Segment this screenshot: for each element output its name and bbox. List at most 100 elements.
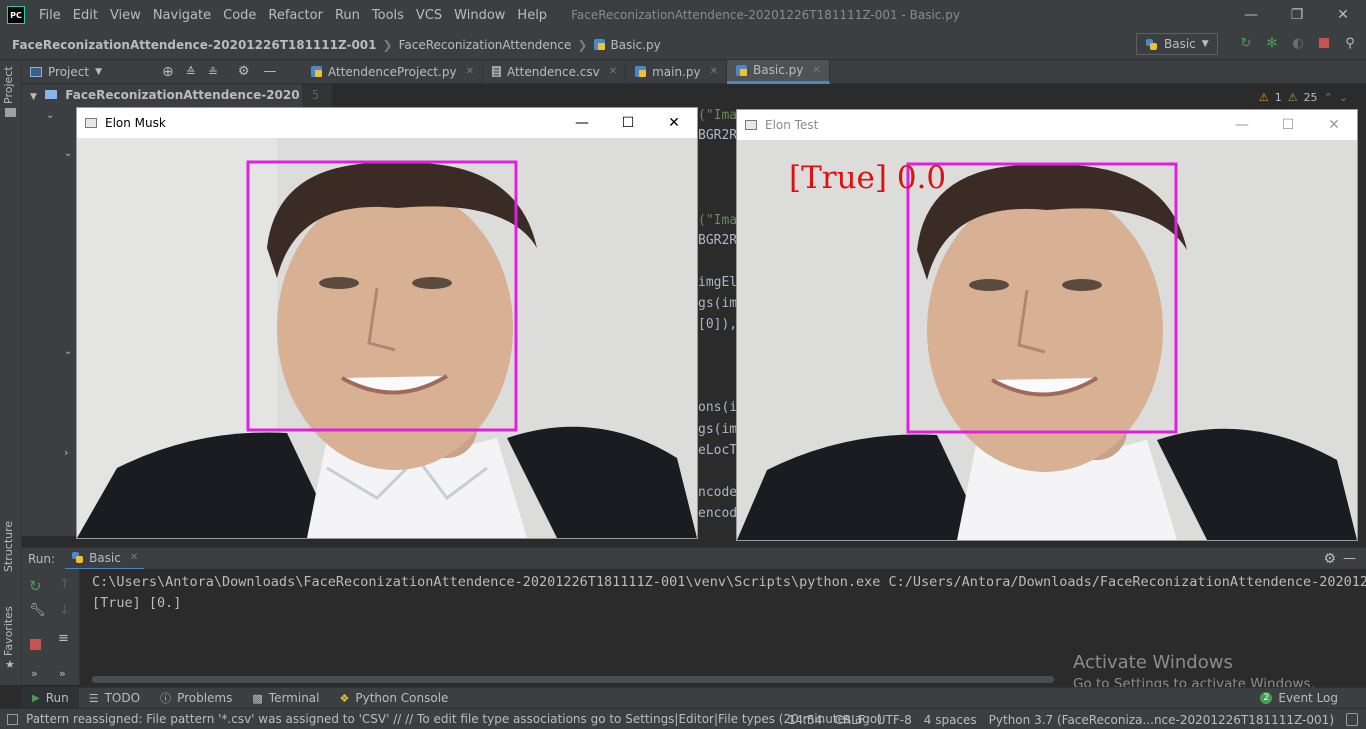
horizontal-scrollbar[interactable] <box>92 676 1054 683</box>
gear-icon[interactable]: ⚙ <box>238 64 250 79</box>
breadcrumb-project[interactable]: FaceReconizationAttendence-20201226T1811… <box>0 38 377 52</box>
menu-vcs[interactable]: VCS <box>410 8 448 23</box>
locate-icon[interactable]: ⊕ <box>162 64 174 80</box>
minimize-icon[interactable]: — <box>1219 110 1265 140</box>
wrench-icon[interactable]: 🔧︎ <box>29 603 46 618</box>
cv-window-titlebar[interactable]: Elon Musk — ☐ ✕ <box>77 108 697 138</box>
tab-basic-py[interactable]: Basic.py ✕ <box>727 59 830 84</box>
rerun-icon[interactable]: ↻ <box>29 577 42 595</box>
stop-icon[interactable] <box>1316 35 1332 51</box>
favorites-tool-tab[interactable]: Favorites <box>2 606 15 656</box>
menu-run[interactable]: Run <box>329 8 366 23</box>
window-icon <box>745 120 757 130</box>
tab-attendence-project[interactable]: AttendenceProject.py ✕ <box>302 59 483 84</box>
chevron-down-icon[interactable]: ▼ <box>30 92 37 102</box>
close-icon[interactable]: ✕ <box>609 66 617 77</box>
tool-tab-python-console[interactable]: ❖ Python Console <box>330 688 459 709</box>
portrait-photo <box>737 140 1357 540</box>
tool-tab-run[interactable]: ▶ Run <box>22 687 79 709</box>
tool-tab-todo[interactable]: ☰ TODO <box>79 688 150 709</box>
more-icon[interactable]: » <box>59 667 66 680</box>
file-encoding[interactable]: UTF-8 <box>877 713 912 727</box>
chevron-down-icon[interactable]: ⌄ <box>64 346 72 357</box>
rerun-icon[interactable]: ↻ <box>1238 35 1254 51</box>
chevron-right-icon[interactable]: › <box>64 446 68 459</box>
run-console[interactable]: C:\Users\Antora\Downloads\FaceReconizati… <box>80 569 1366 692</box>
cv-window-elon-musk[interactable]: Elon Musk — ☐ ✕ <box>76 107 698 539</box>
gear-icon[interactable]: ⚙ <box>1323 551 1336 567</box>
coverage-icon[interactable]: ◐ <box>1290 35 1306 51</box>
star-icon: ★ <box>5 658 15 671</box>
project-tool-tab[interactable]: Project <box>2 66 15 104</box>
caret-position[interactable]: 14:54 <box>788 713 823 727</box>
close-icon[interactable]: ✕ <box>812 65 820 76</box>
hide-icon[interactable]: — <box>1343 551 1356 566</box>
close-icon[interactable]: ✕ <box>1320 0 1366 30</box>
expand-all-icon[interactable]: ≙ <box>186 65 196 79</box>
event-log-label: Event Log <box>1278 691 1338 705</box>
run-tab-label: Basic <box>89 550 121 565</box>
chevron-down-icon[interactable]: ⌄ <box>46 110 54 121</box>
warning-count: 1 <box>1274 91 1282 104</box>
chevron-down-icon[interactable]: ⌄ <box>64 148 72 159</box>
status-message[interactable]: Pattern reassigned: File pattern '*.csv'… <box>26 712 882 726</box>
more-icon[interactable]: » <box>31 667 38 680</box>
debug-icon[interactable]: ✻ <box>1264 35 1280 51</box>
editor-tabs-bar: Project ▼ ⊕ ≙ ≗ ⚙ — AttendenceProject.py… <box>22 59 1366 84</box>
line-separator[interactable]: CRLF <box>834 713 864 727</box>
structure-tool-tab[interactable]: Structure <box>2 521 15 572</box>
menu-file[interactable]: File <box>33 8 67 23</box>
cv-window-elon-test[interactable]: Elon Test — ☐ ✕ [True] 0.0 <box>736 109 1358 541</box>
tab-main-py[interactable]: main.py ✕ <box>626 59 728 84</box>
menu-window[interactable]: Window <box>448 8 511 23</box>
search-icon[interactable]: ⚲ <box>1342 35 1358 51</box>
run-config-select[interactable]: Basic ▼ <box>1136 33 1218 55</box>
minimize-icon[interactable]: — <box>1228 0 1274 30</box>
minimize-icon[interactable]: — <box>559 108 605 138</box>
breadcrumb-file[interactable]: Basic.py <box>587 38 661 52</box>
arrow-down-icon[interactable]: ↓ <box>59 603 70 618</box>
close-icon[interactable]: ✕ <box>1311 110 1357 140</box>
weak-warning-count: 25 <box>1303 91 1318 104</box>
menu-help[interactable]: Help <box>511 8 553 23</box>
menu-refactor[interactable]: Refactor <box>262 8 329 23</box>
code-fragment: imgEl <box>698 275 738 290</box>
maximize-icon[interactable]: ☐ <box>605 108 651 138</box>
restore-icon[interactable]: ❐ <box>1274 0 1320 30</box>
dropdown-arrow-icon[interactable]: ▼ <box>95 67 102 77</box>
chevron-down-icon[interactable]: ⌄ <box>1339 91 1348 104</box>
project-view-label[interactable]: Project <box>48 65 89 79</box>
event-log-button[interactable]: 2 Event Log <box>1250 688 1348 709</box>
hide-icon[interactable]: — <box>264 64 277 79</box>
dropdown-arrow-icon: ▼ <box>1201 39 1209 49</box>
line-number: 5 <box>312 88 320 102</box>
toggle-tool-windows-icon[interactable] <box>7 713 18 725</box>
chevron-up-icon[interactable]: ⌃ <box>1324 91 1333 104</box>
close-icon[interactable]: ✕ <box>651 108 697 138</box>
tab-attendence-csv[interactable]: Attendence.csv ✕ <box>483 59 627 84</box>
indent-setting[interactable]: 4 spaces <box>924 713 977 727</box>
cv-window-titlebar[interactable]: Elon Test — ☐ ✕ <box>737 110 1357 140</box>
menu-code[interactable]: Code <box>217 8 262 23</box>
run-tab-basic[interactable]: Basic ✕ <box>65 548 145 570</box>
tool-tab-problems[interactable]: ⓘ Problems <box>150 688 242 709</box>
lock-icon[interactable] <box>1346 713 1358 726</box>
soft-wrap-icon[interactable]: ≡ <box>58 631 69 646</box>
menu-navigate[interactable]: Navigate <box>147 8 217 23</box>
close-icon[interactable]: ✕ <box>466 66 474 77</box>
menu-edit[interactable]: Edit <box>67 8 104 23</box>
close-icon[interactable]: ✕ <box>710 66 718 77</box>
tool-tab-terminal[interactable]: ▩ Terminal <box>242 688 329 709</box>
stop-icon[interactable] <box>30 639 41 650</box>
collapse-all-icon[interactable]: ≗ <box>208 65 218 79</box>
menu-tools[interactable]: Tools <box>366 8 410 23</box>
inspection-widget[interactable]: ⚠ 1 ⚠ 25 ⌃ ⌄ <box>1259 91 1348 104</box>
breadcrumb-folder[interactable]: FaceReconizationAttendence <box>393 38 572 52</box>
arrow-up-icon[interactable]: ↑ <box>59 577 70 592</box>
close-icon[interactable]: ✕ <box>130 552 138 563</box>
code-fragment: eLocT <box>698 443 738 458</box>
maximize-icon[interactable]: ☐ <box>1265 110 1311 140</box>
tree-root-folder[interactable]: ▼ FaceReconizationAttendence-20201226T <box>30 88 300 102</box>
python-interpreter[interactable]: Python 3.7 (FaceReconiza...nce-20201226T… <box>989 713 1334 727</box>
menu-view[interactable]: View <box>104 8 147 23</box>
